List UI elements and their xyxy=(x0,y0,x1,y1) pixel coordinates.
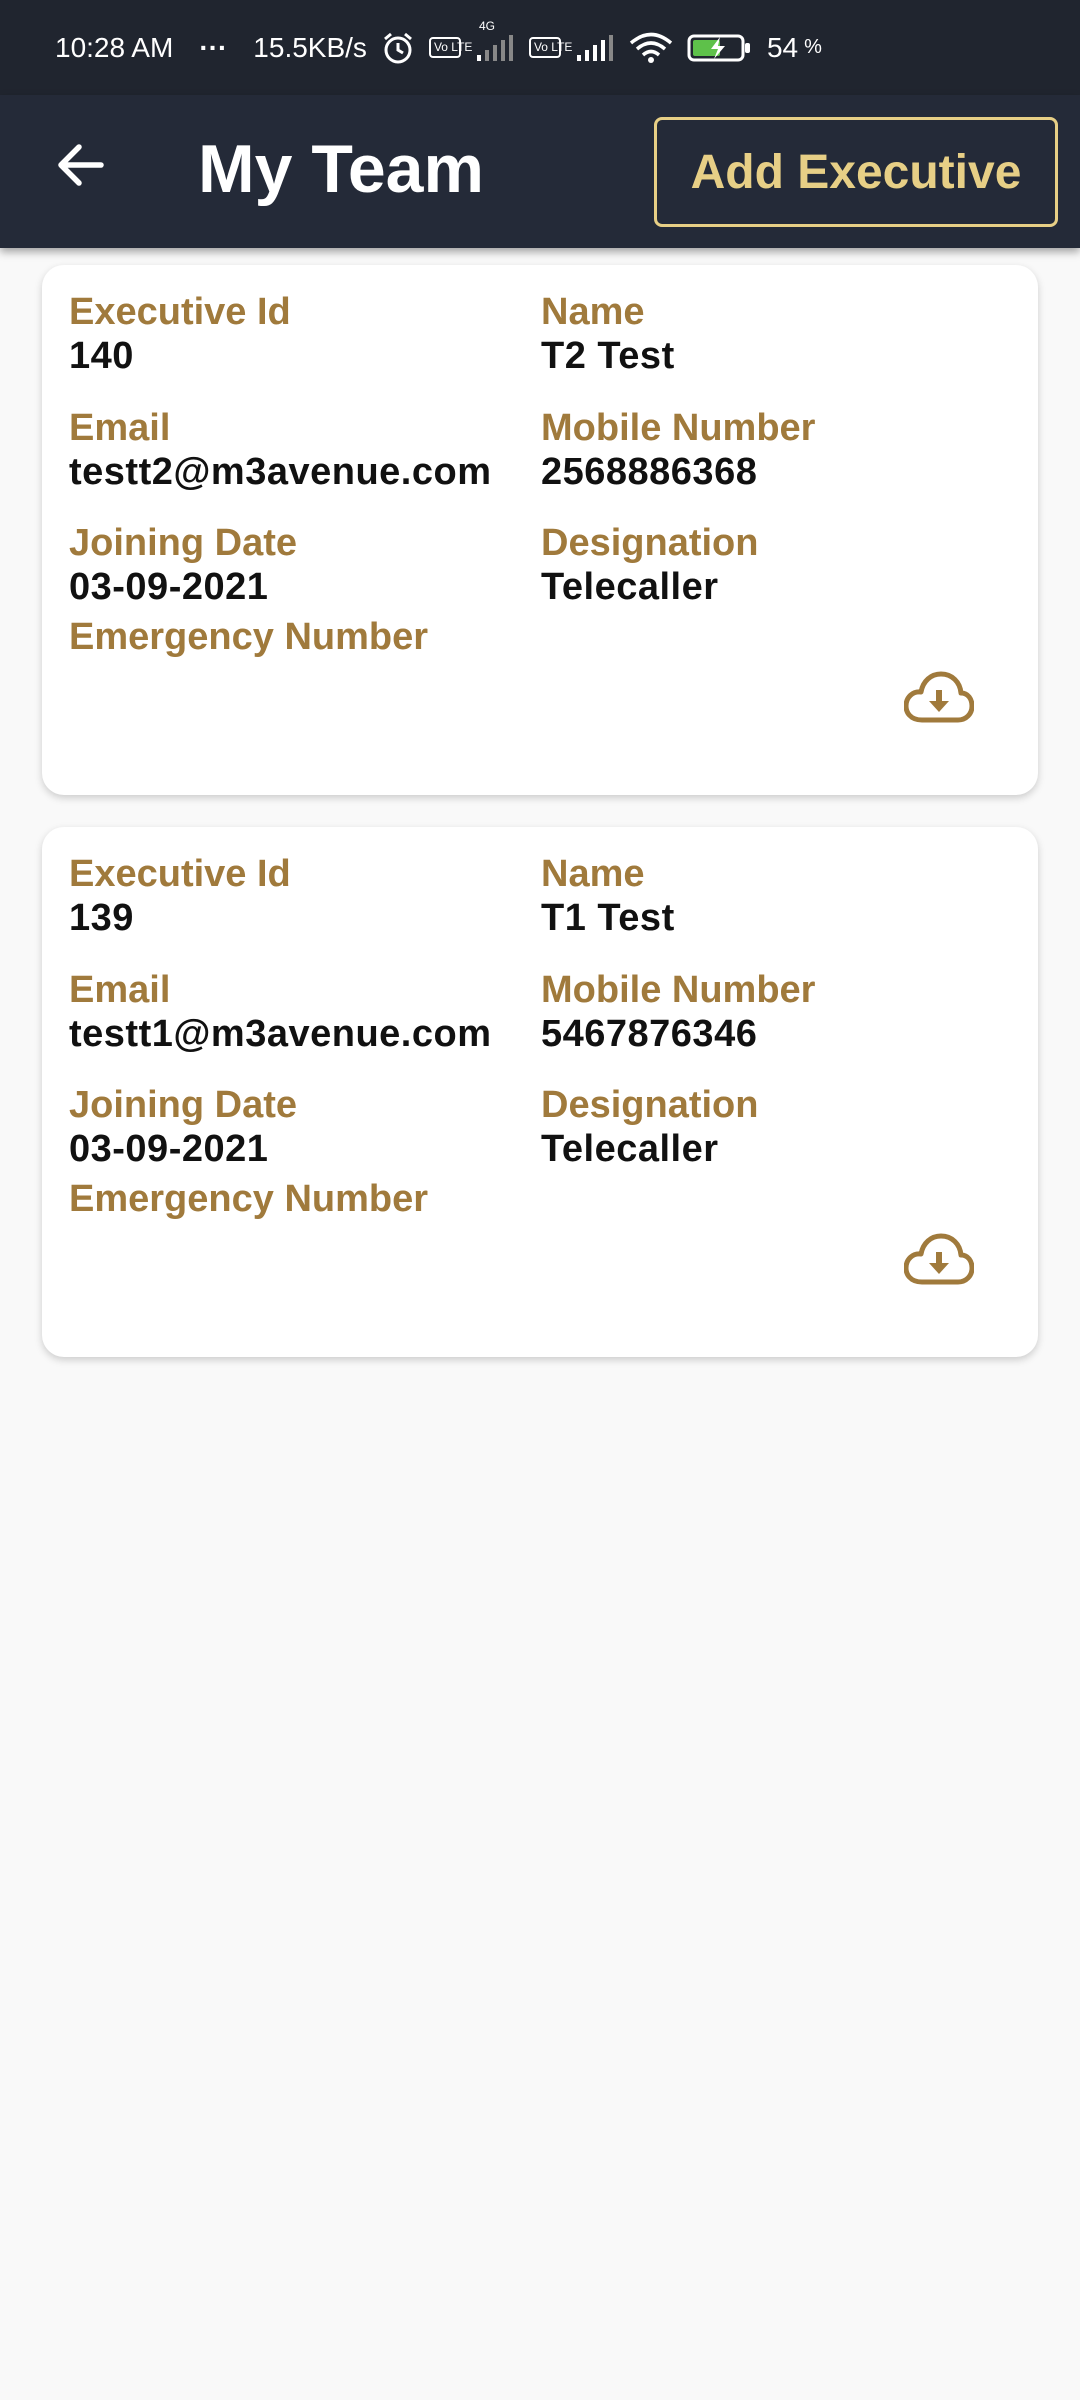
emergency-number-label: Emergency Number xyxy=(69,1178,429,1220)
joining-date-label: Joining Date xyxy=(69,1084,298,1126)
executive-id-field: Executive Id 139 xyxy=(69,852,291,940)
mobile-label: Mobile Number xyxy=(541,407,816,449)
name-value: T2 Test xyxy=(541,335,675,377)
name-field: Name T1 Test xyxy=(541,852,675,940)
cloud-download-icon xyxy=(903,1233,975,1292)
executive-id-field: Executive Id 140 xyxy=(69,290,291,378)
joining-date-value: 03-09-2021 xyxy=(69,566,269,608)
download-button[interactable] xyxy=(903,670,975,726)
name-field: Name T2 Test xyxy=(541,290,675,378)
signal-icon xyxy=(575,33,615,63)
email-value: testt2@m3avenue.com xyxy=(69,451,492,493)
mobile-field: Mobile Number 2568886368 xyxy=(541,406,815,494)
download-button[interactable] xyxy=(903,1232,975,1288)
designation-field: Designation Telecaller xyxy=(541,1083,758,1171)
executive-card: Executive Id 140 Name T2 Test Email test… xyxy=(42,265,1038,795)
designation-label: Designation xyxy=(541,1084,759,1126)
designation-field: Designation Telecaller xyxy=(541,521,758,609)
executive-id-label: Executive Id xyxy=(69,853,291,895)
signal-icon: 4G xyxy=(475,19,515,63)
mobile-value: 5467876346 xyxy=(541,1013,758,1055)
volte-icon: Vo LTE xyxy=(528,37,572,58)
status-time: 10:28 AM xyxy=(55,31,174,63)
email-field: Email testt2@m3avenue.com xyxy=(69,406,492,494)
joining-date-field: Joining Date 03-09-2021 xyxy=(69,521,297,609)
executive-id-value: 139 xyxy=(69,897,134,939)
add-executive-button[interactable]: Add Executive xyxy=(654,117,1058,227)
status-more-dots: ··· xyxy=(199,31,228,63)
network-type-label: 4G xyxy=(478,18,495,33)
wifi-icon xyxy=(629,32,673,64)
name-value: T1 Test xyxy=(541,897,675,939)
mobile-value: 2568886368 xyxy=(541,451,758,493)
cloud-download-icon xyxy=(903,671,975,730)
name-label: Name xyxy=(541,853,645,895)
volte-icon: Vo LTE xyxy=(428,37,472,58)
page-title: My Team xyxy=(198,131,484,207)
emergency-number-field: Emergency Number xyxy=(69,1177,428,1221)
mobile-field: Mobile Number 5467876346 xyxy=(541,968,815,1056)
alarm-icon xyxy=(381,31,415,65)
app-bar: My Team Add Executive xyxy=(0,95,1080,248)
joining-date-field: Joining Date 03-09-2021 xyxy=(69,1083,297,1171)
email-field: Email testt1@m3avenue.com xyxy=(69,968,492,1056)
status-bar: 10:28 AM ··· 15.5KB/s Vo LTE 4G Vo LTE 5… xyxy=(0,0,1080,95)
executive-card: Executive Id 139 Name T1 Test Email test… xyxy=(42,827,1038,1357)
email-label: Email xyxy=(69,407,171,449)
designation-value: Telecaller xyxy=(541,1128,719,1170)
battery-level: 54 % xyxy=(766,31,822,63)
emergency-number-label: Emergency Number xyxy=(69,616,429,658)
email-value: testt1@m3avenue.com xyxy=(69,1013,492,1055)
mobile-label: Mobile Number xyxy=(541,969,816,1011)
designation-label: Designation xyxy=(541,522,759,564)
back-button[interactable] xyxy=(40,127,120,207)
arrow-left-icon xyxy=(55,143,105,192)
executive-id-value: 140 xyxy=(69,335,134,377)
battery-charging-icon xyxy=(687,33,753,63)
status-network-speed: 15.5KB/s xyxy=(253,31,367,63)
joining-date-value: 03-09-2021 xyxy=(69,1128,269,1170)
designation-value: Telecaller xyxy=(541,566,719,608)
joining-date-label: Joining Date xyxy=(69,522,298,564)
email-label: Email xyxy=(69,969,171,1011)
name-label: Name xyxy=(541,291,645,333)
emergency-number-field: Emergency Number xyxy=(69,615,428,659)
executive-id-label: Executive Id xyxy=(69,291,291,333)
